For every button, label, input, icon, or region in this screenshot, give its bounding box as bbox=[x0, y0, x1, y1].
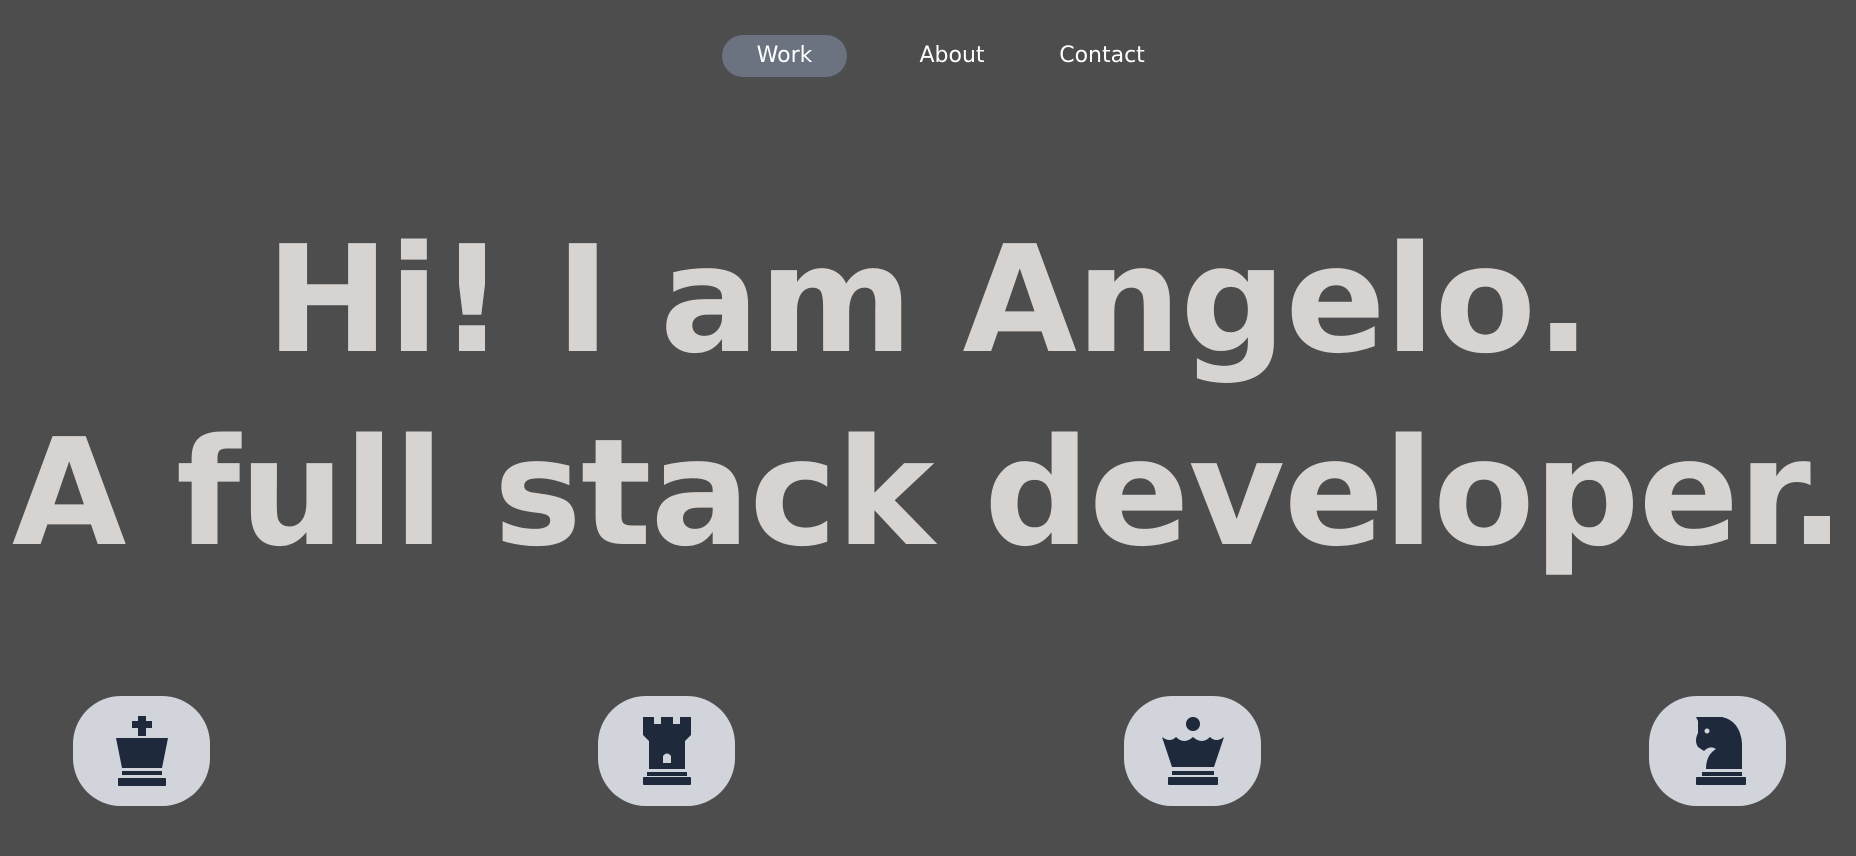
hero-tagline: A full stack developer. bbox=[11, 407, 1845, 579]
chess-rook-icon bbox=[642, 717, 691, 785]
king-button[interactable] bbox=[73, 696, 210, 806]
rook-button[interactable] bbox=[598, 696, 735, 806]
queen-button[interactable] bbox=[1124, 696, 1261, 806]
hero-greeting: Hi! I am Angelo. bbox=[265, 214, 1592, 386]
chess-knight-icon bbox=[1695, 717, 1746, 785]
knight-button[interactable] bbox=[1649, 696, 1786, 806]
chess-queen-icon bbox=[1161, 717, 1224, 785]
chess-king-icon bbox=[115, 716, 168, 786]
hero-section: Hi! I am Angelo. A full stack developer. bbox=[0, 0, 1856, 856]
